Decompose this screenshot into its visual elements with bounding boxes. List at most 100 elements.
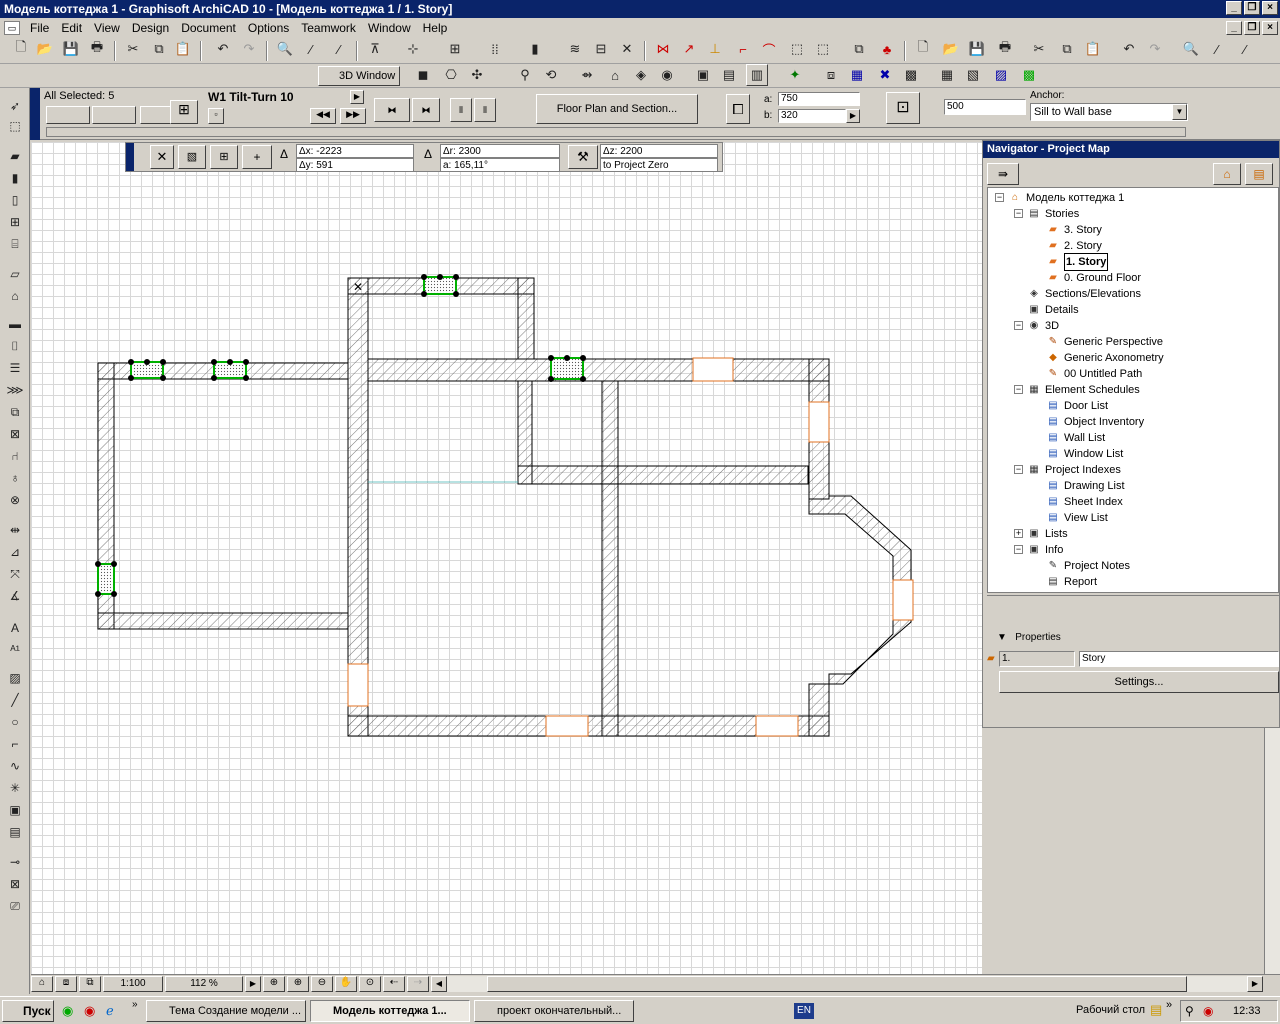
desktop-label[interactable]: Рабочий стол (1076, 1004, 1145, 1016)
window-plan-icon[interactable]: ⊞ (170, 100, 198, 124)
next-zoom-icon[interactable]: ⇢ (407, 976, 429, 992)
menu-edit[interactable]: Edit (55, 18, 88, 38)
dx-field[interactable]: Δx: -2223 (296, 144, 414, 158)
cut-icon[interactable]: ✂ (122, 38, 144, 60)
navigator-options-button[interactable]: ⇛ (987, 163, 1019, 185)
relative-coord-button[interactable]: + (242, 145, 272, 169)
3d-cube-icon[interactable]: ◼ (412, 64, 434, 86)
anchor-select[interactable]: Sill to Wall base (1030, 103, 1188, 121)
tree-item-generic-perspective[interactable]: ✎ Generic Perspective (1046, 334, 1163, 350)
intersect-icon[interactable]: ⊥ (704, 38, 726, 60)
info-box-grip[interactable] (30, 88, 40, 140)
scale-field[interactable]: 1:100 (103, 976, 163, 992)
adjust-icon[interactable]: ↗ (678, 38, 700, 60)
cancel-icon[interactable]: ✕ (616, 38, 638, 60)
grid-coord-button[interactable]: ▧ (178, 145, 206, 169)
3d-orbit-icon[interactable]: ✣ (466, 64, 488, 86)
preview-icon[interactable]: ⧈ (55, 976, 77, 992)
trace-icon[interactable]: ▮ (524, 38, 546, 60)
save-icon-2[interactable]: 💾 (966, 38, 988, 60)
tree-item-00-untitled-path[interactable]: ✎ 00 Untitled Path (1046, 366, 1142, 382)
zoom-fit-icon[interactable]: ⊕ (263, 976, 285, 992)
quicklaunch-icon-2[interactable]: ◉ (84, 1003, 95, 1019)
slab-tool-icon[interactable]: ▱ (4, 264, 26, 284)
anchor-dropdown-icon[interactable]: ▼ (1172, 104, 1187, 120)
grid-icon[interactable]: ⁞⁞ (484, 38, 506, 60)
tree-item-view-list[interactable]: ▤ View List (1046, 510, 1108, 526)
save-icon[interactable]: 💾 (60, 38, 82, 60)
tree-item-details[interactable]: ▣ Details (1027, 302, 1078, 318)
settings-button[interactable]: Settings... (999, 671, 1279, 693)
redo-icon-2[interactable]: ↷ (1144, 38, 1166, 60)
tree-item-door-list[interactable]: ▤ Door List (1046, 398, 1108, 414)
doc-close-button[interactable]: × (1262, 21, 1278, 35)
syringe-icon-2[interactable]: ⁄ (1234, 38, 1256, 60)
tree-expander[interactable]: − (995, 193, 1004, 202)
stair-tool-icon[interactable]: ☰ (4, 358, 26, 378)
close-button[interactable]: × (1262, 1, 1278, 15)
undo-icon[interactable]: ↶ (212, 38, 234, 60)
line-tool-icon[interactable]: ╱ (4, 690, 26, 710)
tree-item-project-indexes[interactable]: − ▦ Project Indexes (1014, 462, 1121, 478)
layer-combo-icon[interactable]: ▩ (1018, 64, 1040, 86)
sun-icon[interactable]: ♣ (876, 38, 898, 60)
grid-snap-icon[interactable]: ⊞ (444, 38, 466, 60)
layer-icon[interactable]: ≋ (564, 38, 586, 60)
column-tool-icon[interactable]: ▮ (4, 168, 26, 188)
z-reference-field[interactable]: to Project Zero (600, 158, 718, 172)
radial-dim-icon[interactable]: ⤧ (4, 564, 26, 584)
geometry-method-button[interactable] (92, 106, 136, 124)
menu-teamwork[interactable]: Teamwork (295, 18, 362, 38)
view-icon[interactable]: ◈ (630, 64, 652, 86)
tree-item-drawing-list[interactable]: ▤ Drawing List (1046, 478, 1124, 494)
story-name-field[interactable]: Story (1079, 651, 1279, 667)
group-icon[interactable]: ⬚ (786, 38, 808, 60)
cutting-plane-icon[interactable]: ▦ (846, 64, 868, 86)
scroll-left-button[interactable]: ◀ (431, 976, 447, 992)
edit-group-icon[interactable]: ⧉ (848, 38, 870, 60)
arrow-tool-icon[interactable]: ➶ (4, 96, 26, 116)
tray-icon-1[interactable]: ⚲ (1185, 1004, 1194, 1018)
menu-window[interactable]: Window (362, 18, 417, 38)
3d-window-button[interactable]: 3D Window (318, 66, 400, 86)
skylight-tool-icon[interactable]: ⌸ (4, 234, 26, 254)
tree-item-2-story[interactable]: ▰ 2. Story (1046, 238, 1102, 254)
text-tool-icon[interactable]: A (4, 618, 26, 638)
window-tool-settings-button[interactable] (46, 106, 90, 124)
marquee-3d-icon[interactable]: ⧈ (820, 64, 842, 86)
doc-restore-button[interactable]: ❐ (1244, 21, 1260, 35)
tree-item-sheet-index[interactable]: ▤ Sheet Index (1046, 494, 1122, 510)
tree-expander[interactable]: − (1014, 209, 1023, 218)
drawing-tool-icon[interactable]: ▤ (4, 822, 26, 842)
vr-icon[interactable]: ▨ (990, 64, 1012, 86)
hidden-icon[interactable]: ▤ (718, 64, 740, 86)
tree-item-stories[interactable]: − ▤ Stories (1014, 206, 1079, 222)
mesh-tool-icon[interactable]: ⋙ (4, 380, 26, 400)
cancel-coord-button[interactable]: ✕ (150, 145, 174, 169)
sill-height-input[interactable]: 500 (944, 99, 1026, 115)
spline-tool-icon[interactable]: ∿ (4, 756, 26, 776)
open-icon-2[interactable]: 📂 (940, 38, 962, 60)
view-map-tab-icon[interactable]: ▤ (1245, 163, 1273, 185)
fly-icon[interactable]: ⇴ (576, 64, 598, 86)
snap-icon[interactable]: ⊹ (402, 38, 424, 60)
beam-tool-icon[interactable]: ▬ (4, 314, 26, 334)
angle-field[interactable]: a: 165,11° (440, 158, 560, 172)
shaded-icon[interactable]: ▥ (746, 64, 768, 86)
menu-design[interactable]: Design (126, 18, 175, 38)
dy-field[interactable]: Δy: 591 (296, 158, 414, 172)
new-icon-2[interactable]: 🗋 (912, 38, 934, 60)
project-map-tab-icon[interactable]: ⌂ (1213, 163, 1241, 185)
label-tool-icon[interactable]: ᴬ¹ (4, 640, 26, 660)
task-word[interactable]: Тема Создание модели ... (146, 1000, 306, 1022)
menu-view[interactable]: View (88, 18, 126, 38)
floor-plan-canvas[interactable]: ✕ ✕ ▧ ⊞ + Δ Δx: -2223 Δy: 591 Δ Δr: 2300… (31, 142, 982, 974)
tree-expander[interactable]: − (1014, 385, 1023, 394)
object-tool-icon[interactable]: ⊠ (4, 424, 26, 444)
curtain-wall-icon[interactable]: ⧉ (4, 402, 26, 422)
task-project[interactable]: проект окончательный... (474, 1000, 634, 1022)
menu-help[interactable]: Help (417, 18, 454, 38)
minimize-button[interactable]: _ (1226, 1, 1242, 15)
redo-icon[interactable]: ↷ (238, 38, 260, 60)
undo-icon-2[interactable]: ↶ (1118, 38, 1140, 60)
